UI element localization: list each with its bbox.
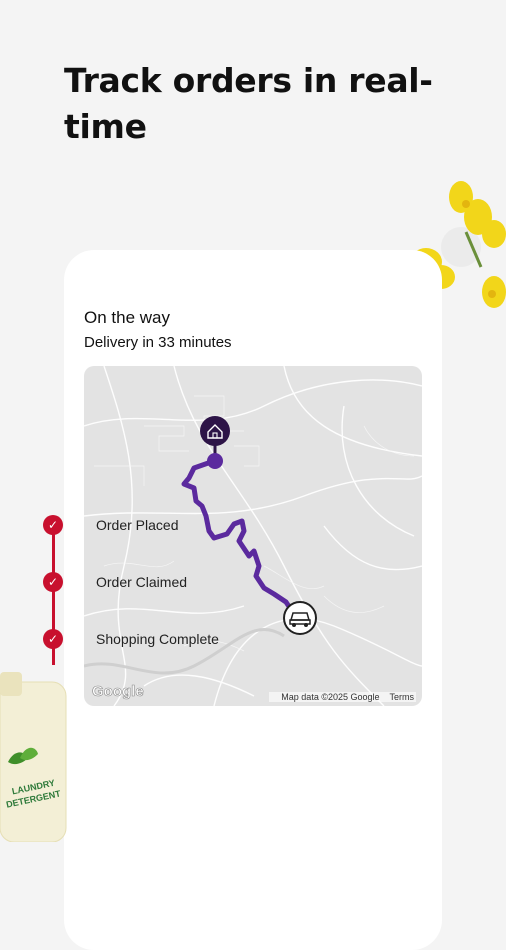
terms-link[interactable]: Terms xyxy=(390,692,415,702)
status-title: On the way xyxy=(84,308,170,327)
delivery-eta: Delivery in 33 minutes xyxy=(84,334,232,351)
map-attribution: Map data ©2025 Google Terms xyxy=(269,692,416,702)
google-logo: Google xyxy=(92,683,144,701)
check-icon: ✓ xyxy=(43,629,63,649)
map-canvas xyxy=(84,366,422,706)
timeline-label: Shopping Complete xyxy=(96,631,219,647)
check-icon: ✓ xyxy=(43,572,63,592)
home-pin-icon[interactable] xyxy=(200,416,230,469)
detergent-bottle-decoration: LAUNDRY DETERGENT xyxy=(0,672,67,842)
timeline-label: Order Claimed xyxy=(96,574,188,590)
page-headline: Track orders in real-time xyxy=(64,61,433,146)
tracking-card: On the way Delivery in 33 minutes Google… xyxy=(64,250,442,950)
check-icon: ✓ xyxy=(43,515,63,535)
timeline-item-order-claimed: ✓ Order Claimed xyxy=(40,572,300,592)
timeline-item-shopping-complete: ✓ Shopping Complete xyxy=(40,629,300,649)
map-view[interactable]: Google Map data ©2025 Google Terms xyxy=(84,366,422,706)
timeline-item-order-placed: ✓ Order Placed xyxy=(40,515,300,535)
map-data-text: Map data ©2025 Google xyxy=(281,692,380,702)
timeline-label: Order Placed xyxy=(96,517,179,533)
